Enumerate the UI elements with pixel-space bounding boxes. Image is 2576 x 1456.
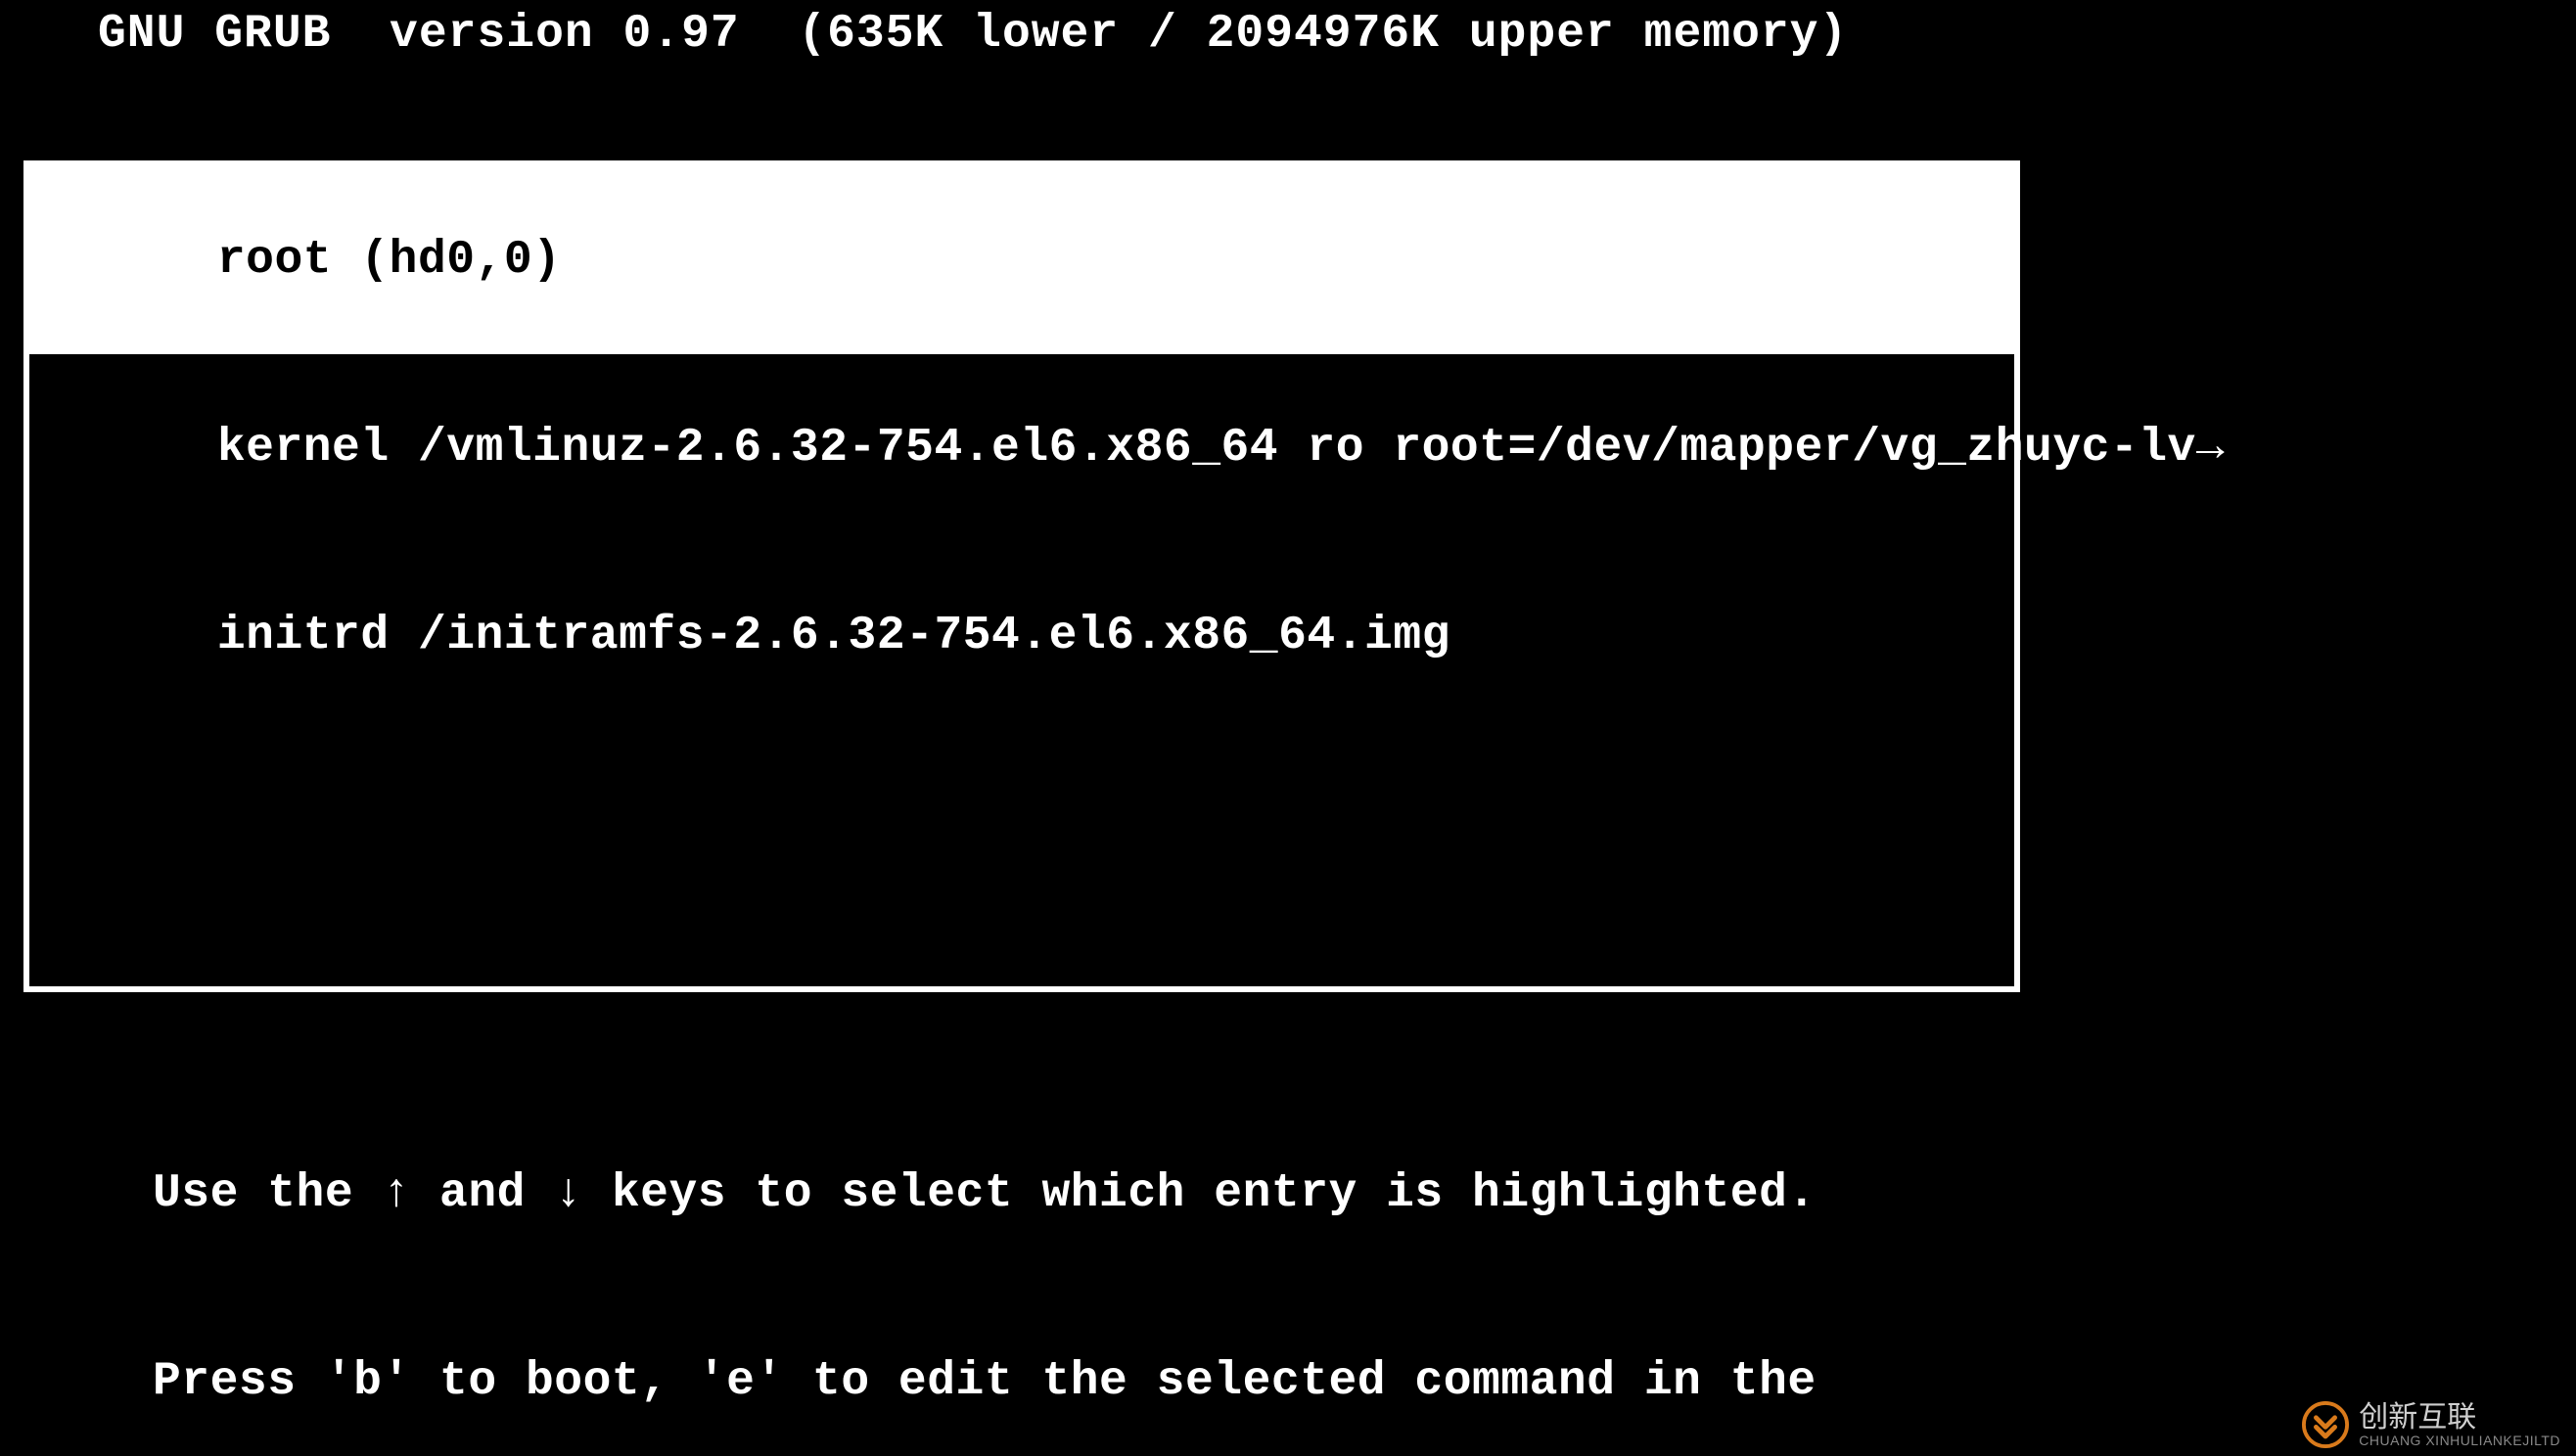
grub-entry-menu[interactable]: root (hd0,0) kernel /vmlinuz-2.6.32-754.…: [23, 160, 2020, 992]
truncation-arrow-icon: →: [2196, 417, 2225, 479]
menu-entry-text: root (hd0,0): [217, 234, 562, 287]
menu-entry-text: initrd /initramfs-2.6.32-754.el6.x86_64.…: [217, 610, 1450, 662]
watermark-text: 创新互联 CHUANG XINHULIANKEJILTD: [2359, 1401, 2560, 1448]
menu-entry-initrd[interactable]: initrd /initramfs-2.6.32-754.el6.x86_64.…: [29, 542, 2014, 730]
watermark-cn: 创新互联: [2359, 1401, 2560, 1433]
watermark-logo-icon: [2302, 1401, 2349, 1448]
help-line: Press 'b' to boot, 'e' to edit the selec…: [153, 1350, 1903, 1413]
help-line: Use the ↑ and ↓ keys to select which ent…: [153, 1162, 1903, 1225]
menu-entry-kernel[interactable]: kernel /vmlinuz-2.6.32-754.el6.x86_64 ro…: [29, 354, 2014, 542]
grub-help-text: Use the ↑ and ↓ keys to select which ent…: [153, 1037, 1903, 1456]
grub-header: GNU GRUB version 0.97 (635K lower / 2094…: [98, 8, 1848, 61]
menu-entry-root[interactable]: root (hd0,0): [29, 166, 2014, 354]
menu-entry-text: kernel /vmlinuz-2.6.32-754.el6.x86_64 ro…: [217, 422, 2196, 475]
watermark-en: CHUANG XINHULIANKEJILTD: [2359, 1433, 2560, 1448]
grub-screen: GNU GRUB version 0.97 (635K lower / 2094…: [0, 0, 2576, 1456]
watermark: 创新互联 CHUANG XINHULIANKEJILTD: [2286, 1393, 2576, 1456]
